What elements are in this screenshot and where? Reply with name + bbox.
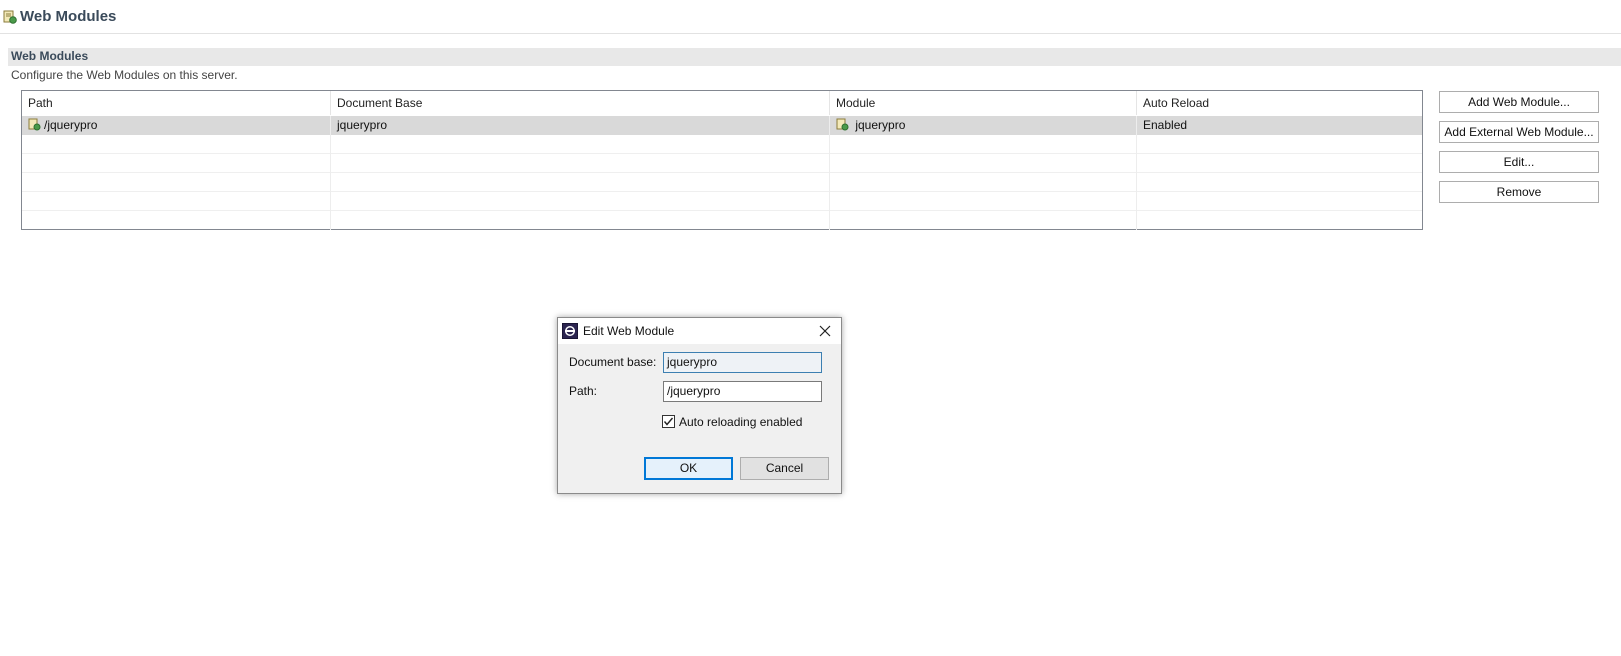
web-modules-page: Web Modules Web Modules Configure the We… bbox=[0, 0, 1621, 656]
path-input[interactable]: /jquerypro bbox=[663, 381, 822, 402]
add-external-web-module-button[interactable]: Add External Web Module... bbox=[1439, 121, 1599, 143]
section-description: Configure the Web Modules on this server… bbox=[11, 68, 238, 82]
ok-button[interactable]: OK bbox=[644, 457, 733, 480]
dialog-title: Edit Web Module bbox=[583, 324, 675, 338]
column-header-document-base[interactable]: Document Base bbox=[331, 91, 830, 115]
edit-web-module-dialog: Edit Web Module Document base: jquerypro… bbox=[557, 317, 842, 494]
column-header-module[interactable]: Module bbox=[830, 91, 1137, 115]
editor-header: Web Modules bbox=[0, 0, 1621, 34]
edit-button[interactable]: Edit... bbox=[1439, 151, 1599, 173]
table-row-empty bbox=[22, 154, 1422, 173]
table-row-empty bbox=[22, 192, 1422, 211]
server-module-icon bbox=[3, 10, 17, 24]
column-header-auto-reload[interactable]: Auto Reload bbox=[1137, 91, 1422, 115]
web-module-icon bbox=[28, 118, 41, 131]
cell-module: jquerypro bbox=[830, 116, 1137, 135]
table-row[interactable]: /jquerypro jquerypro jquerypro Enabled bbox=[22, 116, 1422, 135]
eclipse-icon bbox=[562, 323, 578, 339]
auto-reload-label: Auto reloading enabled bbox=[679, 415, 803, 429]
section-header: Web Modules bbox=[8, 48, 1621, 66]
web-module-icon bbox=[836, 118, 849, 131]
close-icon[interactable] bbox=[817, 323, 833, 339]
table-row-empty bbox=[22, 211, 1422, 230]
document-base-input[interactable]: jquerypro bbox=[663, 352, 822, 373]
cell-path-text: /jquerypro bbox=[44, 118, 98, 132]
document-base-value: jquerypro bbox=[667, 355, 718, 369]
cell-module-text: jquerypro bbox=[855, 118, 906, 132]
document-base-label: Document base: bbox=[569, 355, 657, 369]
cell-document-base: jquerypro bbox=[331, 116, 830, 135]
add-web-module-button[interactable]: Add Web Module... bbox=[1439, 91, 1599, 113]
remove-button[interactable]: Remove bbox=[1439, 181, 1599, 203]
table-row-empty bbox=[22, 173, 1422, 192]
path-label: Path: bbox=[569, 384, 598, 398]
section-title: Web Modules bbox=[11, 49, 89, 63]
cell-auto-reload: Enabled bbox=[1143, 118, 1188, 132]
dialog-titlebar[interactable]: Edit Web Module bbox=[558, 318, 841, 344]
page-title: Web Modules bbox=[20, 8, 117, 25]
web-modules-table[interactable]: Path Document Base Module Auto Reload /j… bbox=[21, 90, 1423, 230]
cancel-button[interactable]: Cancel bbox=[740, 457, 829, 480]
auto-reload-checkbox[interactable] bbox=[662, 415, 675, 428]
path-value: /jquerypro bbox=[667, 384, 721, 398]
cell-path: /jquerypro bbox=[22, 116, 331, 135]
column-header-path[interactable]: Path bbox=[22, 91, 331, 115]
table-row-empty bbox=[22, 135, 1422, 154]
